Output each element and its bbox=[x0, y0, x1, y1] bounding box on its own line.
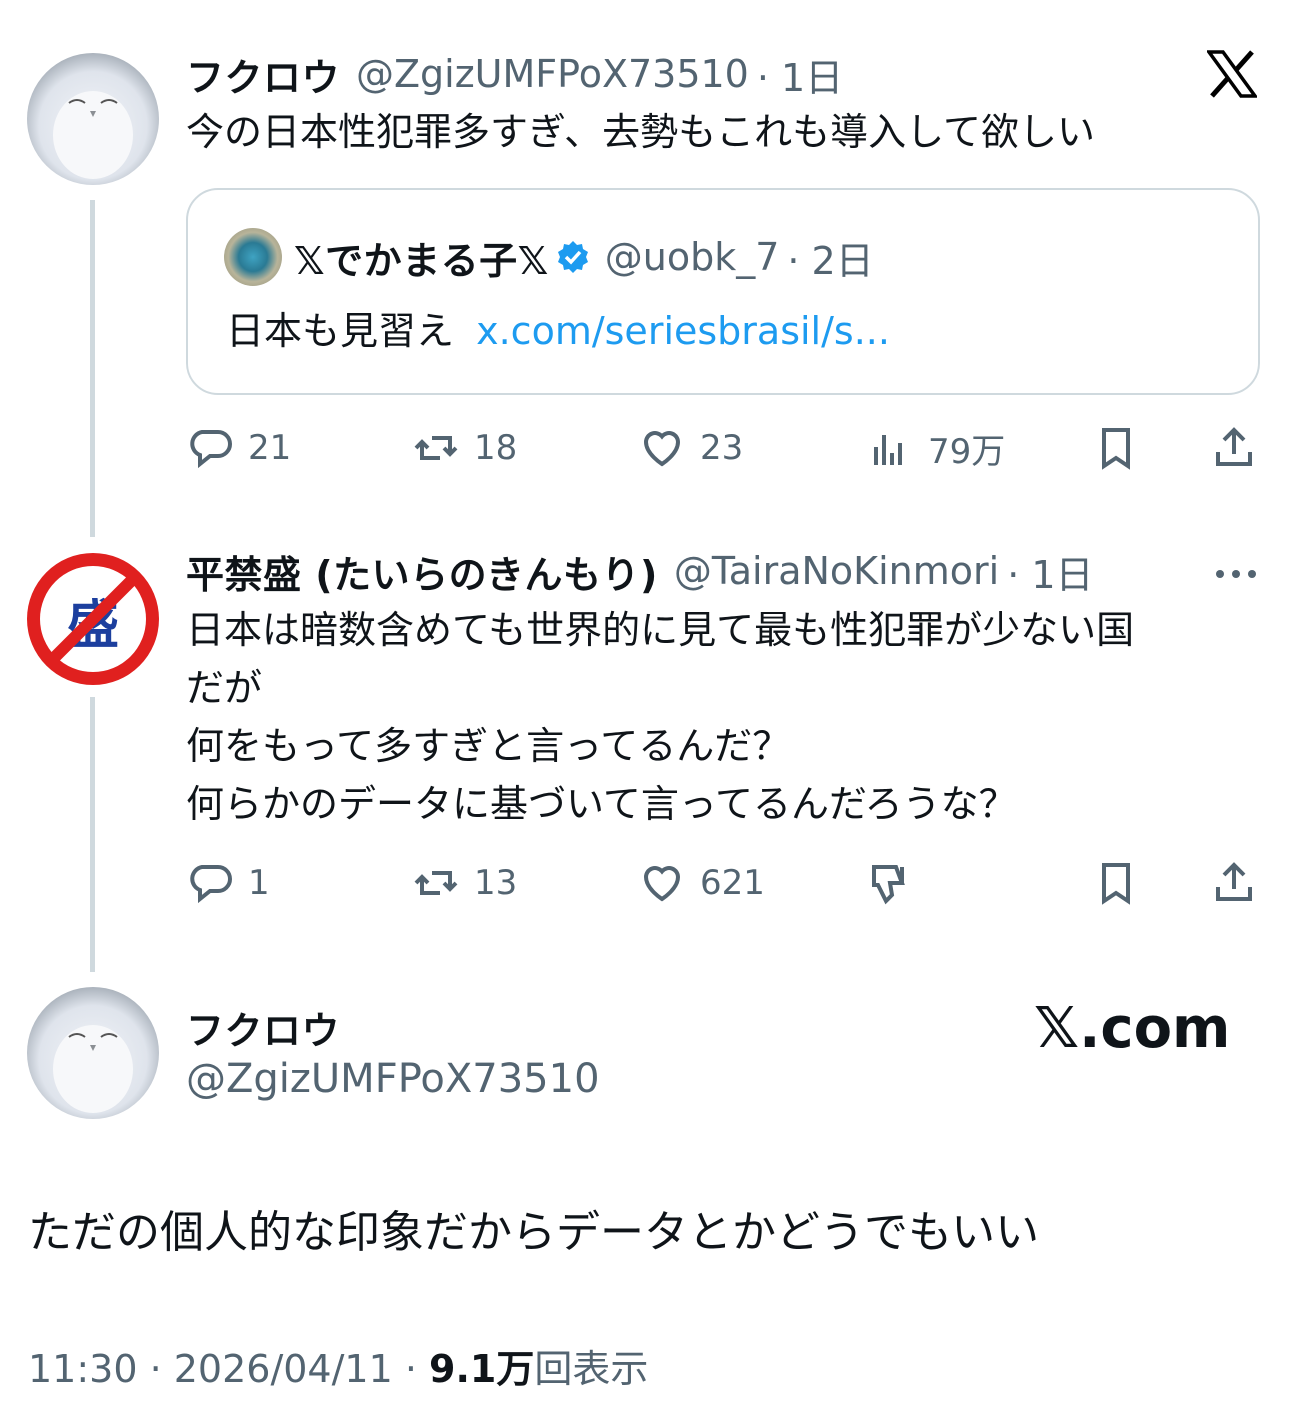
post-meta: 11:30 · 2026/04/11 · 9.1万回表示 bbox=[28, 1338, 648, 1393]
post-text: ただの個人的な印象だからデータとかどうでもいい bbox=[28, 1207, 1040, 1258]
like-button[interactable]: 23 bbox=[638, 424, 743, 472]
author-name[interactable]: 平禁盛 (たいらのきんもり) bbox=[186, 544, 658, 599]
quote-author-handle[interactable]: @uobk_7 bbox=[605, 235, 780, 279]
quote-time[interactable]: · 2日 bbox=[787, 230, 873, 285]
post-text: 今の日本性犯罪多すぎ、去勢もこれも導入して欲しい bbox=[186, 110, 1095, 154]
like-count: 23 bbox=[700, 428, 744, 468]
repost-button[interactable]: 18 bbox=[412, 424, 517, 472]
reply-icon bbox=[190, 430, 232, 469]
bookmark-button[interactable] bbox=[1092, 859, 1140, 907]
x-logo-icon bbox=[1205, 50, 1259, 102]
quote-avatar[interactable] bbox=[224, 228, 282, 286]
owl-face-icon bbox=[53, 1025, 133, 1113]
thread-line bbox=[90, 200, 95, 537]
quote-text: 日本も見習え bbox=[226, 309, 455, 353]
views-label: 回表示 bbox=[534, 1347, 649, 1391]
author-handle[interactable]: @ZgizUMFPoX73510 bbox=[356, 52, 749, 96]
share-button[interactable] bbox=[1210, 859, 1258, 907]
owl-face-icon bbox=[53, 91, 133, 179]
author-name[interactable]: フクロウ bbox=[186, 47, 340, 102]
reply-button[interactable]: 21 bbox=[186, 424, 291, 472]
author-name[interactable]: フクロウ bbox=[186, 1000, 340, 1055]
author-handle[interactable]: @TairaNoKinmori bbox=[674, 549, 999, 593]
heart-icon bbox=[643, 431, 681, 467]
heart-icon bbox=[643, 866, 681, 902]
post-timestamp[interactable]: 11:30 · 2026/04/11 · bbox=[28, 1347, 429, 1391]
share-button[interactable] bbox=[1210, 424, 1258, 472]
post-time[interactable]: · 1日 bbox=[1007, 544, 1093, 599]
quote-card[interactable] bbox=[186, 188, 1260, 395]
repost-count: 13 bbox=[474, 863, 518, 903]
repost-button[interactable]: 13 bbox=[412, 859, 517, 907]
reply-count: 21 bbox=[248, 428, 292, 468]
quote-author-name[interactable]: 𝕏でかまる子𝕏 bbox=[294, 230, 549, 285]
share-icon bbox=[1216, 862, 1252, 901]
thread-line bbox=[90, 697, 95, 972]
avatar[interactable] bbox=[27, 53, 159, 185]
post-text-line: だが bbox=[186, 666, 263, 710]
post-time[interactable]: · 1日 bbox=[757, 47, 843, 102]
like-count: 621 bbox=[700, 863, 765, 903]
reply-count: 1 bbox=[248, 863, 270, 903]
repost-icon bbox=[414, 871, 458, 895]
verified-badge-icon bbox=[557, 241, 588, 273]
views-button[interactable]: 79万 bbox=[866, 424, 1005, 473]
repost-count: 18 bbox=[474, 428, 518, 468]
reply-icon bbox=[190, 865, 232, 904]
post-text-line: 何らかのデータに基づいて言ってるんだろうな？ bbox=[186, 782, 1017, 826]
post-text-line: 何をもって多すぎと言ってるんだ？ bbox=[186, 724, 791, 768]
x-com-brand: 𝕏.com bbox=[1034, 996, 1231, 1061]
thumbs-down-icon bbox=[872, 865, 905, 905]
share-icon bbox=[1216, 427, 1252, 466]
avatar[interactable] bbox=[27, 987, 159, 1119]
dislike-button[interactable] bbox=[866, 859, 914, 907]
bookmark-button[interactable] bbox=[1092, 424, 1140, 472]
post-text-line: 日本は暗数含めても世界的に見て最も性犯罪が少ない国 bbox=[186, 608, 1135, 652]
like-button[interactable]: 621 bbox=[638, 859, 765, 907]
views-chart-icon bbox=[874, 434, 902, 465]
quote-link[interactable]: x.com/seriesbrasil/s... bbox=[476, 309, 890, 353]
avatar[interactable]: 盛 bbox=[27, 553, 159, 685]
repost-icon bbox=[414, 436, 458, 460]
post-text: 日本は暗数含めても世界的に見て最も性犯罪が少ない国 だが 何をもって多すぎと言っ… bbox=[186, 601, 1134, 833]
reply-button[interactable]: 1 bbox=[186, 859, 270, 907]
author-handle[interactable]: @ZgizUMFPoX73510 bbox=[186, 1056, 600, 1102]
views-count: 9.1万 bbox=[429, 1347, 535, 1391]
views-count: 79万 bbox=[928, 432, 1006, 472]
bookmark-icon bbox=[1102, 428, 1130, 470]
more-options-icon[interactable] bbox=[1214, 565, 1258, 584]
bookmark-icon bbox=[1102, 863, 1130, 905]
